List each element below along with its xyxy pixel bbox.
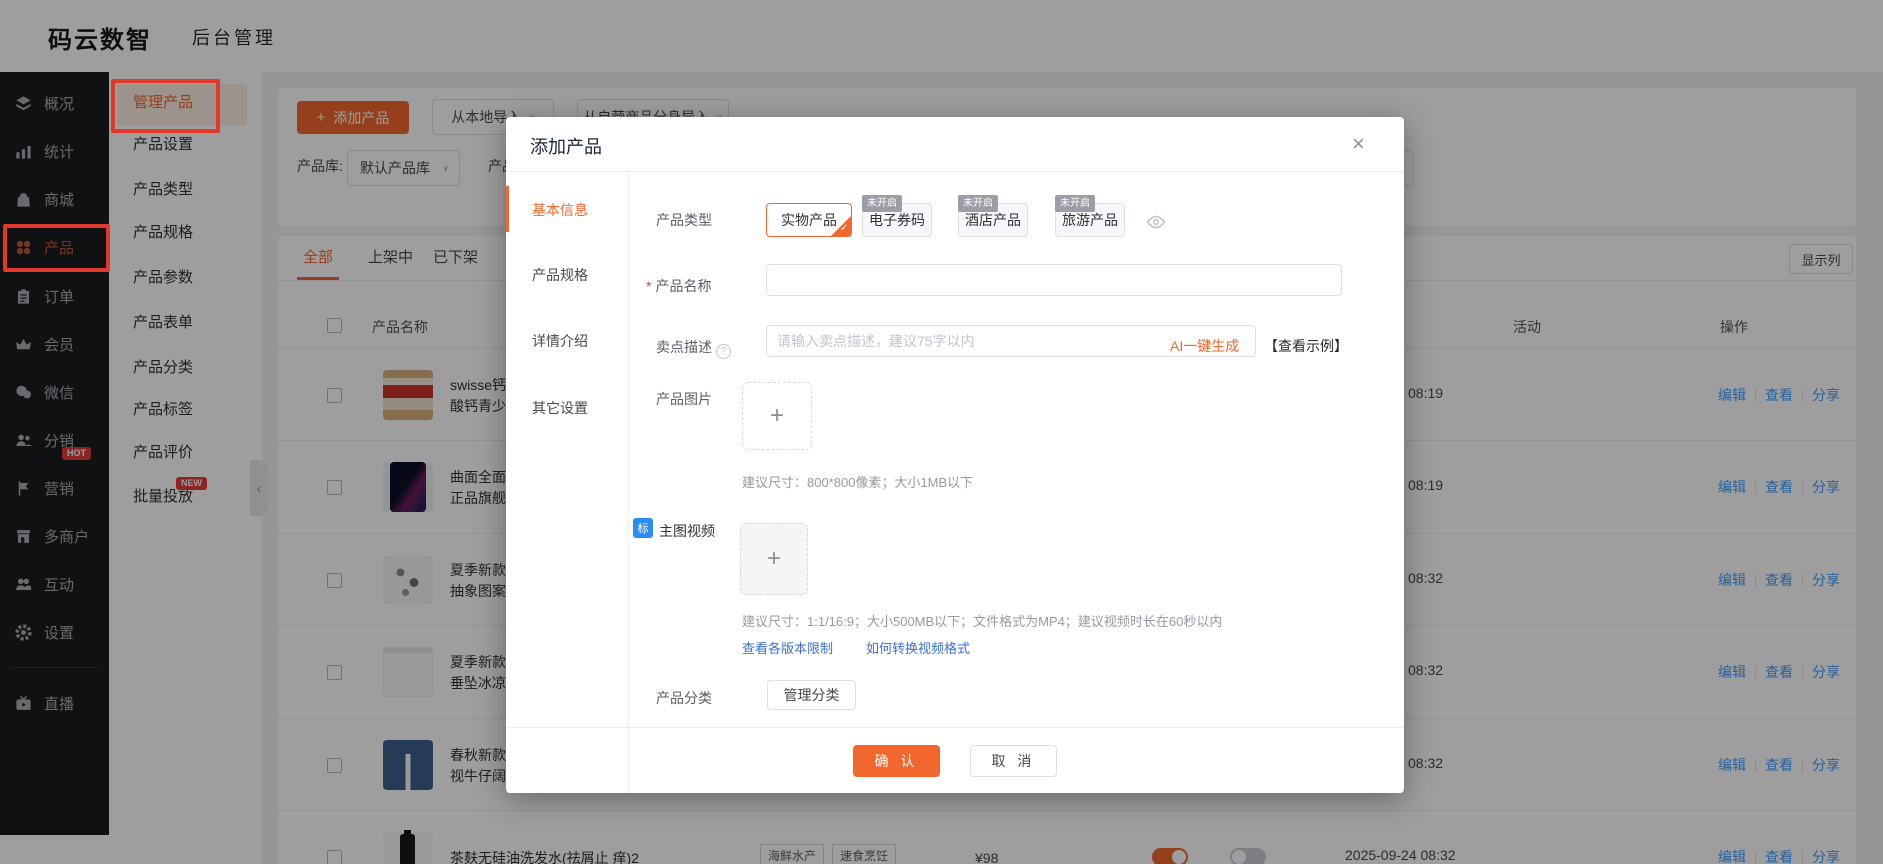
convert-format-link[interactable]: 如何转换视频格式 bbox=[866, 638, 970, 657]
question-icon[interactable]: ? bbox=[716, 344, 731, 359]
modal-tab-basic-info[interactable]: 基本信息 bbox=[532, 200, 588, 220]
type-option-label: 电子券码 bbox=[869, 212, 925, 228]
product-category-label: 产品分类 bbox=[656, 690, 712, 706]
active-tab-indicator bbox=[506, 186, 509, 232]
product-type-label: 产品类型 bbox=[656, 212, 712, 228]
eye-icon[interactable] bbox=[1146, 212, 1166, 232]
image-size-hint: 建议尺寸：800*800像素；大小1MB以下 bbox=[742, 475, 974, 490]
disabled-badge: 未开启 bbox=[958, 195, 998, 212]
selling-point-label: 卖点描述? bbox=[656, 337, 731, 359]
manage-category-button[interactable]: 管理分类 bbox=[767, 680, 856, 710]
modal-tab-detail-intro[interactable]: 详情介绍 bbox=[532, 331, 588, 351]
video-upload-box[interactable]: + bbox=[740, 523, 808, 595]
close-icon[interactable]: × bbox=[1352, 131, 1365, 157]
view-example-link[interactable]: 【查看示例】 bbox=[1264, 336, 1348, 356]
product-name-label: 产品名称 bbox=[646, 276, 711, 296]
cancel-button[interactable]: 取 消 bbox=[970, 745, 1057, 777]
modal-title: 添加产品 bbox=[530, 137, 602, 157]
selling-point-label-text: 卖点描述 bbox=[656, 339, 712, 355]
modal-tab-other-settings[interactable]: 其它设置 bbox=[532, 398, 588, 418]
video-size-hint: 建议尺寸：1:1/16:9；大小500MB以下；文件格式为MP4；建议视频时长在… bbox=[742, 614, 1223, 629]
type-option-label: 酒店产品 bbox=[965, 212, 1021, 228]
type-option-label: 旅游产品 bbox=[1062, 212, 1118, 228]
plus-icon: + bbox=[769, 402, 784, 429]
main-video-label: 主图视频 bbox=[659, 523, 715, 539]
annotation-box-product-nav bbox=[3, 224, 110, 272]
modal-tab-product-specs[interactable]: 产品规格 bbox=[532, 265, 588, 285]
image-upload-box[interactable]: + bbox=[742, 382, 812, 450]
disabled-badge: 未开启 bbox=[1055, 195, 1095, 212]
product-name-input[interactable] bbox=[766, 264, 1342, 296]
modal-footer-divider bbox=[506, 727, 1404, 728]
add-product-modal: 添加产品 × 基本信息 产品规格 详情介绍 其它设置 产品类型 实物产品 ✓ 未… bbox=[506, 117, 1404, 793]
plus-icon: + bbox=[766, 545, 781, 572]
type-option-physical[interactable]: 实物产品 ✓ bbox=[766, 203, 852, 237]
modal-header-divider bbox=[506, 171, 1404, 172]
mark-badge: 标 bbox=[633, 518, 653, 538]
disabled-badge: 未开启 bbox=[862, 195, 902, 212]
selected-check-icon: ✓ bbox=[831, 216, 851, 236]
product-image-label: 产品图片 bbox=[656, 391, 712, 407]
modal-tabs-divider bbox=[628, 172, 629, 793]
ai-generate-link[interactable]: AI一键生成 bbox=[1170, 336, 1239, 356]
confirm-button[interactable]: 确 认 bbox=[853, 745, 940, 777]
app-root: 码云数智 后台管理 概况 统计 商城 产品 订单 会员 微信 分销 营销 HOT… bbox=[0, 0, 1883, 864]
annotation-box-manage-products bbox=[111, 79, 220, 133]
type-option-label: 实物产品 bbox=[781, 212, 837, 228]
version-limit-link[interactable]: 查看各版本限制 bbox=[742, 638, 833, 657]
